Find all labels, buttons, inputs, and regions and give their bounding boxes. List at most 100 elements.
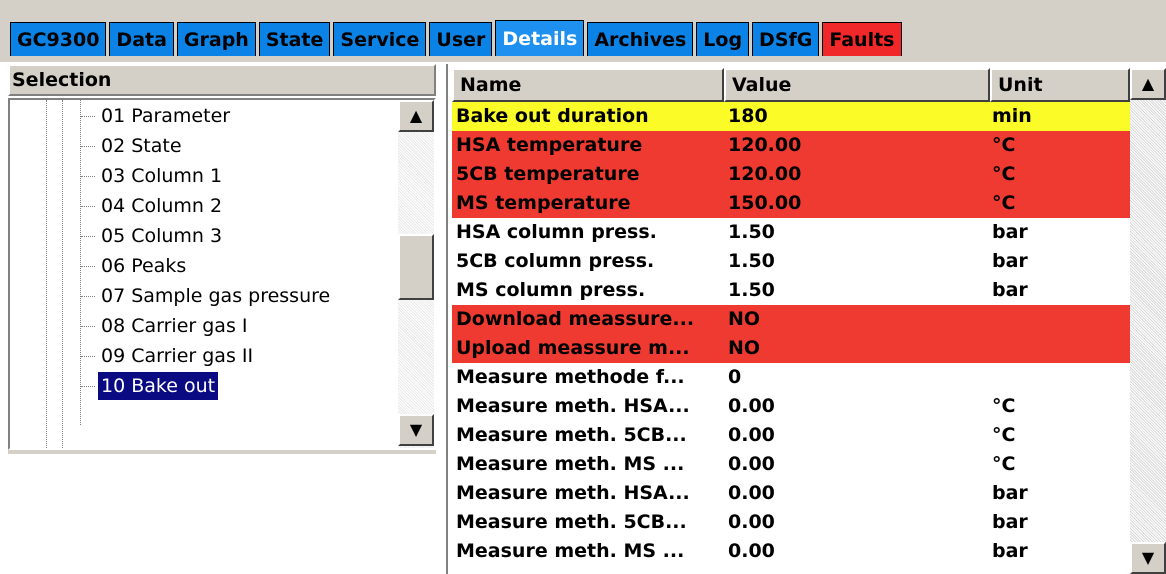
table-row[interactable]: Measure meth. 5CB... 0.00 °C bbox=[452, 421, 1130, 450]
tree-branch-line bbox=[81, 266, 95, 267]
column-header-name[interactable]: Name bbox=[452, 68, 724, 102]
cell-value: 180 bbox=[728, 105, 768, 127]
tab-service[interactable]: Service bbox=[333, 22, 427, 56]
tree-item[interactable]: 02 State bbox=[98, 132, 185, 160]
tree-item[interactable]: 01 Parameter bbox=[98, 102, 233, 130]
cell-name: 5CB temperature bbox=[456, 163, 640, 185]
tree-item[interactable]: 10 Bake out bbox=[98, 372, 219, 400]
table-row[interactable]: Measure meth. MS ... 0.00 °C bbox=[452, 450, 1130, 479]
tab-bar: GC9300 Data Graph State Service User Details Ar… bbox=[0, 0, 1166, 62]
column-header-unit[interactable]: Unit bbox=[990, 68, 1130, 102]
cell-name: Measure meth. MS ... bbox=[456, 540, 685, 562]
table-row[interactable]: HSA temperature 120.00 °C bbox=[452, 131, 1130, 160]
tree-guide-line bbox=[46, 100, 47, 448]
cell-name: Upload meassure m... bbox=[456, 337, 690, 359]
tree-item[interactable]: 08 Carrier gas I bbox=[98, 312, 250, 340]
column-header-value[interactable]: Value bbox=[724, 68, 990, 102]
table-row[interactable]: 5CB temperature 120.00 °C bbox=[452, 160, 1130, 189]
cell-name: MS temperature bbox=[456, 192, 631, 214]
scroll-up-button[interactable]: ▲ bbox=[398, 100, 434, 132]
tree-branch-line bbox=[81, 356, 95, 357]
cell-name: Measure meth. MS ... bbox=[456, 453, 685, 475]
tree-guide-line bbox=[62, 100, 63, 448]
cell-unit: min bbox=[992, 105, 1032, 127]
triangle-up-icon: ▲ bbox=[409, 106, 423, 125]
table-row[interactable]: MS column press. 1.50 bar bbox=[452, 276, 1130, 305]
table-header: Name Value Unit bbox=[452, 68, 1130, 102]
cell-value: 0 bbox=[728, 366, 742, 388]
cell-unit bbox=[988, 305, 1130, 334]
tree-branch-line bbox=[81, 236, 95, 237]
tab-archives[interactable]: Archives bbox=[587, 22, 694, 56]
tab-log[interactable]: Log bbox=[696, 22, 750, 56]
tab-data[interactable]: Data bbox=[109, 22, 174, 56]
table-row[interactable]: Measure meth. HSA... 0.00 °C bbox=[452, 392, 1130, 421]
cell-name: Measure methode f... bbox=[456, 366, 685, 388]
cell-value: NO bbox=[728, 337, 761, 359]
cell-value: 0.00 bbox=[728, 482, 775, 504]
selection-tree-panel: 01 Parameter 02 State 03 Column 1 04 Column… bbox=[8, 98, 436, 450]
tree-branch-line bbox=[81, 326, 95, 327]
cell-name: Download meassure... bbox=[456, 308, 695, 330]
tab-gc9300[interactable]: GC9300 bbox=[10, 22, 107, 56]
table-row[interactable]: Measure meth. MS ... 0.00 bar bbox=[452, 537, 1130, 566]
tree-item[interactable]: 09 Carrier gas II bbox=[98, 342, 256, 370]
tree-branch-line bbox=[81, 176, 95, 177]
cell-value: 120.00 bbox=[728, 163, 802, 185]
tree-item[interactable]: 03 Column 1 bbox=[98, 162, 225, 190]
tree-item[interactable]: 05 Column 3 bbox=[98, 222, 225, 250]
cell-name: Bake out duration bbox=[456, 105, 649, 127]
table-row[interactable]: Measure meth. HSA... 0.00 bar bbox=[452, 479, 1130, 508]
cell-value: 0.00 bbox=[728, 511, 775, 533]
tab-dsfg[interactable]: DSfG bbox=[752, 22, 820, 56]
table-row[interactable]: 5CB column press. 1.50 bar bbox=[452, 247, 1130, 276]
scroll-thumb[interactable] bbox=[398, 234, 434, 300]
tab-faults[interactable]: Faults bbox=[822, 22, 902, 56]
cell-unit: °C bbox=[992, 134, 1016, 156]
scroll-down-button[interactable]: ▼ bbox=[398, 414, 434, 446]
table-row[interactable]: HSA column press. 1.50 bar bbox=[452, 218, 1130, 247]
triangle-up-icon: ▲ bbox=[1141, 74, 1155, 93]
table-row[interactable]: Measure meth. 5CB... 0.00 bar bbox=[452, 508, 1130, 537]
cell-value: 1.50 bbox=[728, 250, 775, 272]
cell-unit: bar bbox=[992, 279, 1028, 301]
cell-value: 150.00 bbox=[728, 192, 802, 214]
tree-guide-line bbox=[80, 100, 81, 425]
table-row[interactable]: MS temperature 150.00 °C bbox=[452, 189, 1130, 218]
tab-user[interactable]: User bbox=[429, 22, 493, 56]
tab-state[interactable]: State bbox=[258, 22, 331, 56]
selection-tree: 01 Parameter 02 State 03 Column 1 04 Column… bbox=[10, 100, 396, 448]
selection-scrollbar[interactable]: ▲ ▼ bbox=[398, 100, 434, 448]
triangle-down-icon: ▼ bbox=[409, 420, 423, 439]
cell-name: HSA column press. bbox=[456, 221, 657, 243]
cell-unit bbox=[988, 334, 1130, 363]
cell-unit: °C bbox=[992, 453, 1016, 475]
tree-item[interactable]: 06 Peaks bbox=[98, 252, 189, 280]
tab-graph[interactable]: Graph bbox=[176, 22, 256, 56]
tab-details[interactable]: Details bbox=[495, 20, 585, 56]
tree-branch-line bbox=[81, 146, 95, 147]
cell-name: Measure meth. HSA... bbox=[456, 482, 690, 504]
cell-value: 1.50 bbox=[728, 279, 775, 301]
cell-unit: bar bbox=[992, 511, 1028, 533]
cell-unit bbox=[988, 363, 1130, 392]
selection-header: Selection bbox=[8, 64, 436, 96]
table-row[interactable]: Download meassure... NO bbox=[452, 305, 1130, 334]
table-scroll-down-button[interactable]: ▼ bbox=[1130, 542, 1166, 574]
cell-unit: bar bbox=[992, 540, 1028, 562]
tree-branch-line bbox=[81, 386, 95, 387]
tree-item[interactable]: 07 Sample gas pressure bbox=[98, 282, 333, 310]
cell-unit: °C bbox=[992, 192, 1016, 214]
table-scroll-up-button[interactable]: ▲ bbox=[1130, 68, 1166, 100]
triangle-down-icon: ▼ bbox=[1141, 548, 1155, 567]
cell-unit: °C bbox=[992, 395, 1016, 417]
tree-branch-line bbox=[81, 116, 95, 117]
cell-value: NO bbox=[728, 308, 761, 330]
tree-branch-line bbox=[81, 206, 95, 207]
table-scrollbar[interactable]: ▲ ▼ bbox=[1130, 68, 1166, 574]
tree-item[interactable]: 04 Column 2 bbox=[98, 192, 225, 220]
table-row[interactable]: Upload meassure m... NO bbox=[452, 334, 1130, 363]
table-row[interactable]: Measure methode f... 0 bbox=[452, 363, 1130, 392]
table-row[interactable]: Bake out duration 180 min bbox=[452, 102, 1130, 131]
cell-value: 0.00 bbox=[728, 540, 775, 562]
